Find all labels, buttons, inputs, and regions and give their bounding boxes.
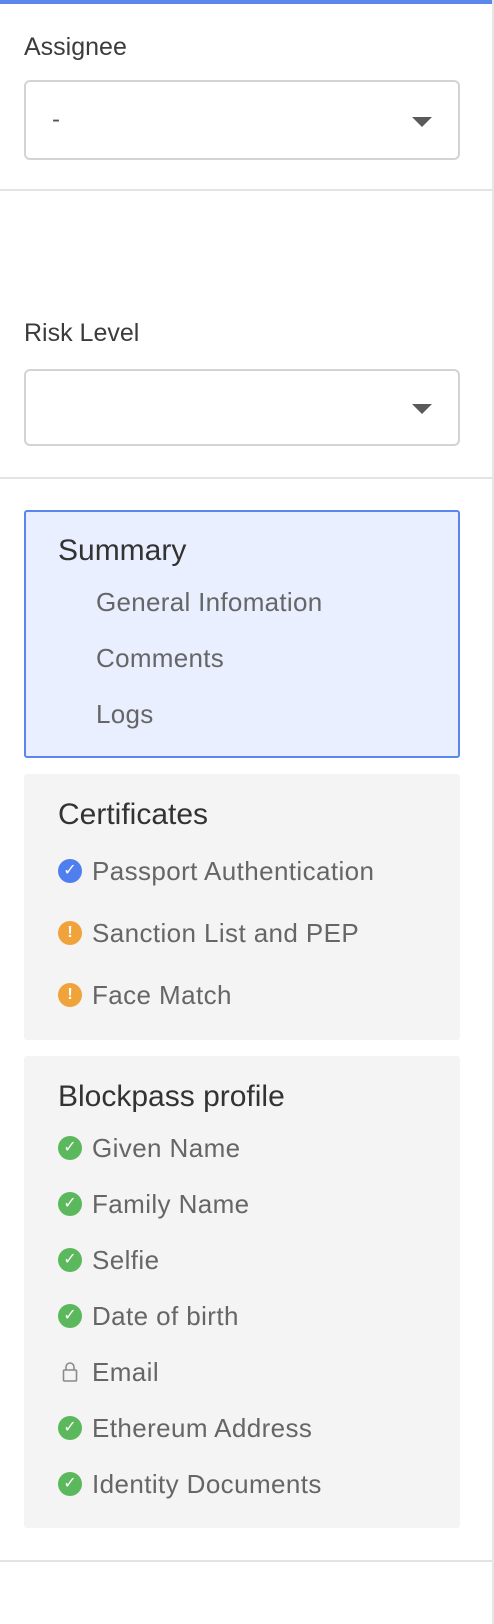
profile-item-identity-documents[interactable]: ✓ Identity Documents xyxy=(58,1469,438,1499)
profile-item-given-name[interactable]: ✓ Given Name xyxy=(58,1133,438,1163)
profile-item-label: Family Name xyxy=(92,1188,250,1219)
profile-item-date-of-birth[interactable]: ✓ Date of birth xyxy=(58,1301,438,1331)
profile-item-label: Email xyxy=(92,1356,160,1387)
check-circle-green-icon: ✓ xyxy=(58,1136,82,1160)
assignee-label: Assignee xyxy=(24,33,127,61)
check-circle-blue-icon: ✓ xyxy=(58,859,82,883)
profile-item-email[interactable]: Email xyxy=(58,1357,438,1387)
top-accent-bar xyxy=(0,0,494,4)
profile-item-family-name[interactable]: ✓ Family Name xyxy=(58,1189,438,1219)
check-circle-green-icon: ✓ xyxy=(58,1248,82,1272)
check-circle-green-icon: ✓ xyxy=(58,1304,82,1328)
check-circle-green-icon: ✓ xyxy=(58,1416,82,1440)
certificate-label: Passport Authentication xyxy=(92,855,375,886)
section-divider xyxy=(0,189,492,191)
summary-panel[interactable]: Summary General Infomation Comments Logs xyxy=(24,510,460,758)
blockpass-profile-title: Blockpass profile xyxy=(58,1080,285,1113)
warning-circle-icon: ! xyxy=(58,921,82,945)
summary-item-logs[interactable]: Logs xyxy=(96,699,154,730)
risk-level-label: Risk Level xyxy=(24,319,140,347)
assignee-select-value: - xyxy=(52,106,60,133)
certificates-panel: Certificates ✓ Passport Authentication !… xyxy=(24,774,460,1040)
summary-item-general-information[interactable]: General Infomation xyxy=(96,587,323,618)
certificate-item-sanction-list[interactable]: ! Sanction List and PEP xyxy=(58,918,438,948)
review-sidebar: Assignee - Risk Level Summary General In… xyxy=(0,0,494,1624)
caret-down-icon xyxy=(412,117,432,127)
profile-item-label: Selfie xyxy=(92,1244,160,1275)
check-circle-green-icon: ✓ xyxy=(58,1192,82,1216)
certificates-title: Certificates xyxy=(58,798,209,831)
profile-item-label: Identity Documents xyxy=(92,1468,322,1499)
certificate-label: Face Match xyxy=(92,979,232,1010)
check-circle-green-icon: ✓ xyxy=(58,1472,82,1496)
section-divider xyxy=(0,477,492,479)
certificate-item-passport[interactable]: ✓ Passport Authentication xyxy=(58,856,438,886)
profile-item-label: Given Name xyxy=(92,1132,241,1163)
certificate-item-face-match[interactable]: ! Face Match xyxy=(58,980,438,1010)
caret-down-icon xyxy=(412,404,432,414)
summary-item-comments[interactable]: Comments xyxy=(96,643,224,674)
bottom-divider xyxy=(0,1560,492,1562)
profile-item-selfie[interactable]: ✓ Selfie xyxy=(58,1245,438,1275)
risk-level-select[interactable] xyxy=(24,369,460,446)
lock-icon xyxy=(58,1360,82,1384)
summary-title[interactable]: Summary xyxy=(58,534,186,568)
certificate-label: Sanction List and PEP xyxy=(92,917,360,948)
profile-item-label: Date of birth xyxy=(92,1300,239,1331)
blockpass-profile-panel: Blockpass profile ✓ Given Name ✓ Family … xyxy=(24,1056,460,1528)
warning-circle-icon: ! xyxy=(58,983,82,1007)
profile-item-label: Ethereum Address xyxy=(92,1412,313,1443)
profile-item-ethereum-address[interactable]: ✓ Ethereum Address xyxy=(58,1413,438,1443)
assignee-select[interactable]: - xyxy=(24,80,460,160)
